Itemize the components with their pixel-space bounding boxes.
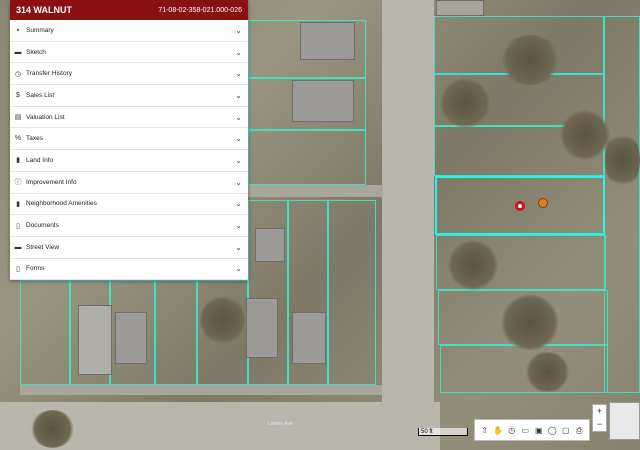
panel-header: 314 WALNUT 71-08-02-358-021.000-026 [10, 0, 248, 20]
tree [500, 35, 560, 85]
parcel[interactable] [248, 130, 366, 185]
rectangle-select-icon[interactable]: ▢ [560, 425, 571, 436]
menu-item-valuation-list[interactable]: ▤ Valuation List ⌄ [10, 107, 248, 129]
tree [560, 110, 610, 160]
parcel-number: 71-08-02-358-021.000-026 [158, 6, 242, 14]
road-alley-south [20, 385, 382, 395]
menu-item-forms[interactable]: ▯ Forms ⌄ [10, 259, 248, 281]
building [300, 22, 355, 60]
zoom-in-button[interactable]: + [593, 405, 606, 418]
info-icon: ⓘ [14, 179, 22, 187]
chevron-down-icon: ⌄ [235, 264, 242, 274]
parcel[interactable] [155, 280, 197, 385]
menu-item-label: Sales List [26, 91, 55, 99]
menu-item-label: Summary [26, 26, 54, 34]
property-panel: 314 WALNUT 71-08-02-358-021.000-026 ▪ Sum… [10, 0, 248, 281]
section-menu: ▪ Summary ⌄ ▬ Sketch ⌄ ◷ Transfer History ⌄ $ S… [10, 20, 248, 281]
tree [605, 130, 640, 190]
nearby-marker-icon[interactable] [538, 198, 548, 208]
location-marker-icon[interactable] [515, 201, 525, 211]
tree [448, 240, 498, 290]
street-label: Linden Ave [268, 421, 293, 427]
tree [30, 410, 75, 448]
menu-item-summary[interactable]: ▪ Summary ⌄ [10, 20, 248, 42]
parcel[interactable] [328, 200, 376, 385]
menu-item-label: Neighborhood Amenities [26, 200, 97, 208]
tree [200, 295, 245, 345]
zoom-control: + − [592, 404, 607, 432]
pan-tool-icon[interactable]: ✋ [493, 425, 504, 436]
layers-tool-icon[interactable]: ▣ [533, 425, 544, 436]
taxes-icon: % [14, 135, 22, 143]
history-icon: ◷ [14, 70, 22, 78]
chevron-down-icon: ⌄ [235, 155, 242, 165]
parcel[interactable] [440, 345, 608, 393]
road-alley-west [248, 185, 383, 197]
menu-item-transfer-history[interactable]: ◷ Transfer History ⌄ [10, 63, 248, 86]
menu-item-label: Sketch [26, 48, 46, 56]
chevron-down-icon: ⌄ [235, 134, 242, 144]
chevron-down-icon: ⌄ [235, 47, 242, 57]
circle-select-icon[interactable]: ◯ [547, 425, 558, 436]
menu-item-sales-list[interactable]: $ Sales List ⌄ [10, 85, 248, 107]
building [246, 298, 278, 358]
scale-bar: 50 ft [418, 428, 468, 436]
forms-icon: ▯ [16, 265, 20, 273]
building [292, 312, 326, 364]
menu-item-label: Street View [26, 243, 60, 251]
menu-item-label: Documents [26, 222, 59, 230]
menu-item-sketch[interactable]: ▬ Sketch ⌄ [10, 42, 248, 64]
chevron-down-icon: ⌄ [235, 25, 242, 35]
amenities-icon: ▮ [16, 200, 20, 208]
building [436, 0, 484, 16]
menu-item-label: Forms [26, 265, 45, 273]
sales-icon: $ [16, 91, 20, 99]
menu-item-improvement-info[interactable]: ⓘ Improvement Info ⌄ [10, 172, 248, 194]
menu-item-neighborhood-amenities[interactable]: ▮ Neighborhood Amenities ⌄ [10, 194, 248, 216]
chevron-down-icon: ⌄ [235, 242, 242, 252]
menu-item-label: Transfer History [26, 70, 72, 78]
parcel[interactable] [20, 280, 70, 385]
menu-item-street-view[interactable]: ▬ Street View ⌄ [10, 237, 248, 259]
overview-minimap[interactable] [609, 402, 640, 440]
menu-item-taxes[interactable]: % Taxes ⌄ [10, 128, 248, 151]
building [292, 80, 354, 122]
map-icon: ▮ [16, 157, 20, 165]
history-tool-icon[interactable]: ◷ [506, 425, 517, 436]
building [255, 228, 285, 262]
menu-item-land-info[interactable]: ▮ Land Info ⌄ [10, 150, 248, 172]
building [115, 312, 147, 364]
menu-item-label: Improvement Info [26, 178, 77, 186]
menu-item-label: Taxes [26, 135, 43, 143]
tree [500, 295, 560, 350]
property-address: 314 WALNUT [16, 5, 73, 15]
map-toolbar: ⇧ ✋ ◷ ▭ ▣ ◯ ▢ ⎙ [474, 419, 590, 441]
chevron-down-icon: ⌄ [235, 177, 242, 187]
chevron-down-icon: ⌄ [235, 221, 242, 231]
document-icon: ▯ [16, 222, 20, 230]
valuation-icon: ▤ [14, 114, 22, 122]
summary-icon: ▪ [16, 26, 20, 34]
chevron-down-icon: ⌄ [235, 199, 242, 209]
menu-item-label: Land Info [26, 156, 54, 164]
building [78, 305, 112, 375]
street-view-icon: ▬ [14, 243, 22, 251]
road-vertical-main [382, 0, 434, 450]
chevron-down-icon: ⌄ [235, 90, 242, 100]
north-arrow-icon[interactable]: ⇧ [479, 425, 490, 436]
zoom-out-button[interactable]: − [593, 418, 606, 431]
print-icon[interactable]: ⎙ [574, 425, 585, 436]
parcel[interactable] [604, 16, 640, 393]
chevron-down-icon: ⌄ [235, 69, 242, 79]
measure-tool-icon[interactable]: ▭ [520, 425, 531, 436]
tree [525, 352, 570, 392]
sketch-icon: ▬ [14, 48, 22, 56]
menu-item-label: Valuation List [26, 113, 65, 121]
menu-item-documents[interactable]: ▯ Documents ⌄ [10, 215, 248, 237]
chevron-down-icon: ⌄ [235, 112, 242, 122]
tree [440, 78, 490, 128]
